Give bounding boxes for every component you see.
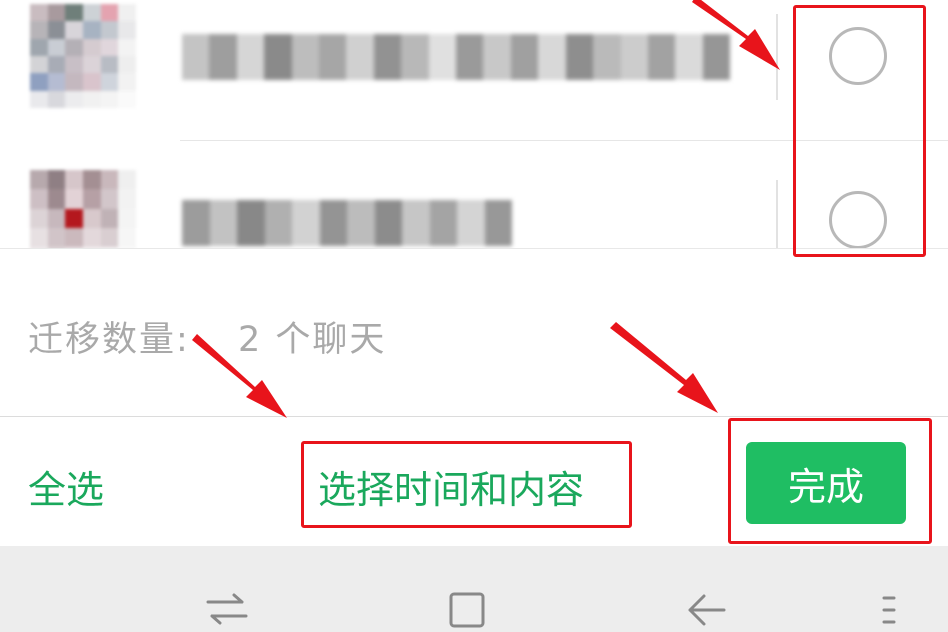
row-separator xyxy=(776,180,778,248)
menu-icon[interactable] xyxy=(876,588,926,632)
migration-count-label: 迁移数量: xyxy=(28,320,190,360)
action-bar: 全选 选择时间和内容 完成 xyxy=(0,416,948,546)
chat-name xyxy=(182,34,731,80)
avatar xyxy=(30,4,136,108)
system-nav-bar xyxy=(0,546,948,632)
switch-apps-icon[interactable] xyxy=(202,588,252,632)
select-time-content-button[interactable]: 选择时间和内容 xyxy=(318,459,584,514)
migration-count-value: 2 个聊天 xyxy=(238,320,387,360)
done-button[interactable]: 完成 xyxy=(746,442,906,524)
home-square-icon[interactable] xyxy=(443,588,493,632)
avatar xyxy=(30,170,136,248)
chat-list-item[interactable] xyxy=(0,140,948,248)
select-radio[interactable] xyxy=(829,191,887,248)
back-arrow-icon[interactable] xyxy=(682,588,732,632)
chat-list xyxy=(0,0,948,248)
chat-list-item[interactable] xyxy=(0,0,948,140)
chat-name xyxy=(182,200,512,246)
migration-count-panel: 迁移数量: 2 个聊天 xyxy=(0,248,948,416)
row-separator xyxy=(776,14,778,100)
select-radio[interactable] xyxy=(829,27,887,85)
select-all-button[interactable]: 全选 xyxy=(28,459,104,514)
